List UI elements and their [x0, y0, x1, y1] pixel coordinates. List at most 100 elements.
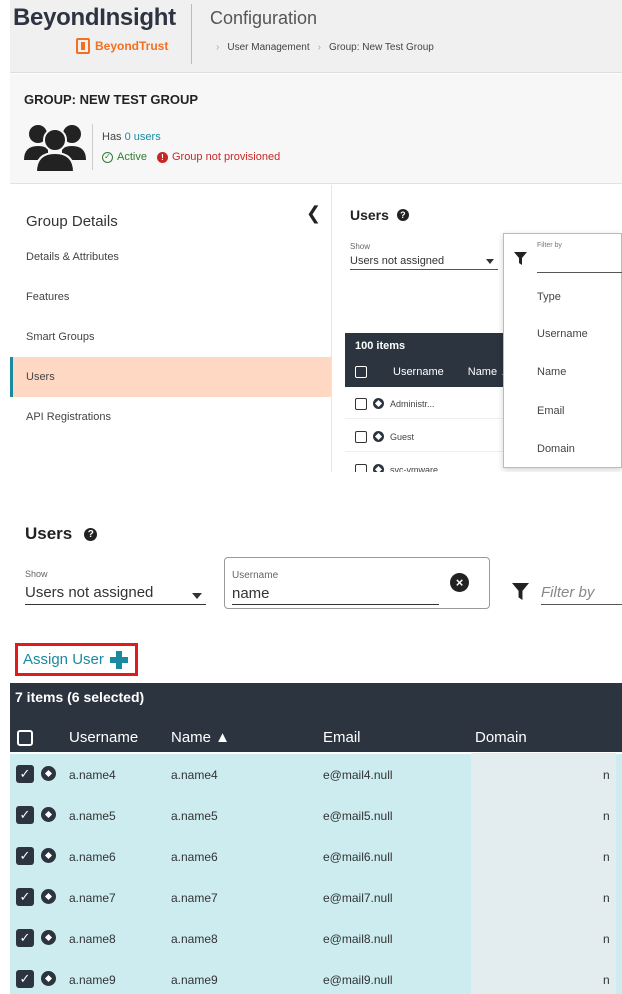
breadcrumb-group: Group: New Test Group: [328, 42, 434, 53]
row-email: e@mail6.null: [323, 850, 393, 864]
users-panel-title-label: Users: [350, 207, 389, 223]
username-filter-input[interactable]: name: [232, 585, 439, 605]
breadcrumb-user-management[interactable]: User Management: [227, 42, 309, 53]
group-details-nav: ❮ Group Details Details & Attributes Fea…: [10, 185, 332, 472]
assign-user-button[interactable]: Assign User: [15, 643, 138, 676]
filter-icon: [514, 252, 527, 265]
row-email: e@mail7.null: [323, 891, 393, 905]
column-email[interactable]: Email: [323, 729, 361, 746]
caret-down-icon: [192, 593, 202, 599]
row-email: e@mail9.null: [323, 973, 393, 987]
row-name: a.name9: [171, 973, 218, 987]
row-email: e@mail8.null: [323, 932, 393, 946]
user-type-icon: [373, 398, 384, 409]
nav-item-smart-groups[interactable]: Smart Groups: [10, 317, 331, 357]
group-status: ✓ Active ! Group not provisioned: [102, 151, 280, 163]
show-label: Show: [25, 569, 48, 579]
group-summary: GROUP: NEW TEST GROUP Has 0 users ✓ Acti…: [10, 74, 622, 184]
show-select-value: Users not assigned: [350, 255, 445, 267]
filter-input-underline[interactable]: [537, 272, 622, 273]
column-domain[interactable]: Domain: [475, 729, 527, 746]
redacted-domain-area: [471, 753, 616, 994]
filter-by-input[interactable]: Filter by: [541, 584, 622, 605]
users-title-label: Users: [25, 524, 73, 543]
row-email: e@mail4.null: [323, 768, 393, 782]
row-username: Guest: [390, 431, 415, 442]
clear-filter-icon[interactable]: ×: [450, 573, 469, 592]
row-checkbox-checked[interactable]: ✓: [16, 806, 34, 824]
select-all-checkbox[interactable]: [355, 366, 367, 378]
row-name: a.name5: [171, 809, 218, 823]
users-count-link[interactable]: 0 users: [125, 131, 161, 143]
show-label: Show: [350, 242, 371, 251]
nav-item-api-registrations[interactable]: API Registrations: [10, 397, 331, 437]
row-name: a.name7: [171, 891, 218, 905]
row-username: a.name6: [69, 850, 116, 864]
alert-circle-icon: !: [156, 151, 168, 163]
chevron-left-icon[interactable]: ❮: [306, 203, 321, 224]
help-icon[interactable]: ?: [84, 527, 98, 541]
page-title: Configuration: [210, 8, 318, 28]
filter-option-domain[interactable]: Domain: [537, 443, 575, 455]
user-type-icon: [41, 971, 56, 986]
plus-icon: [109, 650, 128, 669]
username-filter-chip: Username name ×: [224, 557, 490, 609]
user-type-icon: [41, 930, 56, 945]
user-type-icon: [373, 431, 384, 442]
filter-option-type[interactable]: Type: [537, 291, 561, 303]
filter-by-label: Filter by: [537, 242, 562, 249]
status-active-label: Active: [117, 151, 147, 163]
breadcrumb: › User Management › Group: New Test Grou…: [216, 42, 434, 53]
show-select[interactable]: Users not assigned: [350, 255, 498, 270]
users-panel-title: Users ?: [350, 207, 409, 223]
column-username[interactable]: Username: [69, 729, 138, 746]
row-checkbox-checked[interactable]: ✓: [16, 929, 34, 947]
status-not-provisioned: ! Group not provisioned: [156, 151, 281, 163]
row-checkbox[interactable]: [355, 463, 367, 472]
column-name[interactable]: Name ▲: [171, 729, 230, 746]
filter-dropdown: Filter by Type Username Name Email Domai…: [503, 233, 622, 468]
status-not-provisioned-label: Group not provisioned: [171, 151, 281, 163]
row-domain-suffix: n: [603, 768, 610, 782]
row-name: a.name4: [171, 768, 218, 782]
users-title: Users ?: [25, 524, 98, 544]
users-prefix: Has: [102, 131, 122, 143]
assign-users-screenshot: Users ? Show Users not assigned Username…: [10, 512, 622, 994]
filter-option-email[interactable]: Email: [537, 405, 565, 417]
row-domain-suffix: n: [603, 809, 610, 823]
help-icon[interactable]: ?: [396, 209, 409, 221]
row-checkbox[interactable]: [355, 430, 367, 443]
users-group-icon: [24, 125, 86, 172]
show-select[interactable]: Users not assigned: [25, 584, 206, 605]
items-count: 7 items (6 selected): [15, 689, 145, 705]
nav-title: Group Details: [26, 213, 118, 230]
row-checkbox-checked[interactable]: ✓: [16, 970, 34, 988]
row-checkbox[interactable]: [355, 397, 367, 410]
nav-item-users[interactable]: Users: [10, 357, 331, 397]
row-checkbox-checked[interactable]: ✓: [16, 765, 34, 783]
nav-item-details-attributes[interactable]: Details & Attributes: [10, 237, 331, 277]
sub-brand-label: BeyondTrust: [95, 39, 169, 53]
row-checkbox-checked[interactable]: ✓: [16, 847, 34, 865]
nav-item-features[interactable]: Features: [10, 277, 331, 317]
beyondtrust-logo: BeyondTrust: [76, 38, 168, 54]
row-username: svc-vmware: [390, 464, 439, 473]
select-all-checkbox[interactable]: [17, 730, 33, 746]
app-header: BeyondInsight BeyondTrust Configuration …: [10, 0, 622, 73]
row-username: a.name5: [69, 809, 116, 823]
assign-user-label: Assign User: [23, 651, 104, 668]
row-domain-suffix: n: [603, 973, 610, 987]
row-domain-suffix: n: [603, 891, 610, 905]
filter-option-username[interactable]: Username: [537, 328, 588, 340]
row-name: a.name8: [171, 932, 218, 946]
column-headers: Username Name ▲: [355, 366, 511, 378]
filter-option-name[interactable]: Name: [537, 366, 566, 378]
filter-icon[interactable]: [512, 583, 529, 600]
user-type-icon: [41, 889, 56, 904]
user-type-icon: [41, 766, 56, 781]
breadcrumb-separator-icon: ›: [216, 42, 220, 53]
row-domain-suffix: n: [603, 932, 610, 946]
row-checkbox-checked[interactable]: ✓: [16, 888, 34, 906]
column-headers: Username Name ▲ Email Domain: [10, 728, 622, 750]
column-username[interactable]: Username: [393, 366, 444, 378]
